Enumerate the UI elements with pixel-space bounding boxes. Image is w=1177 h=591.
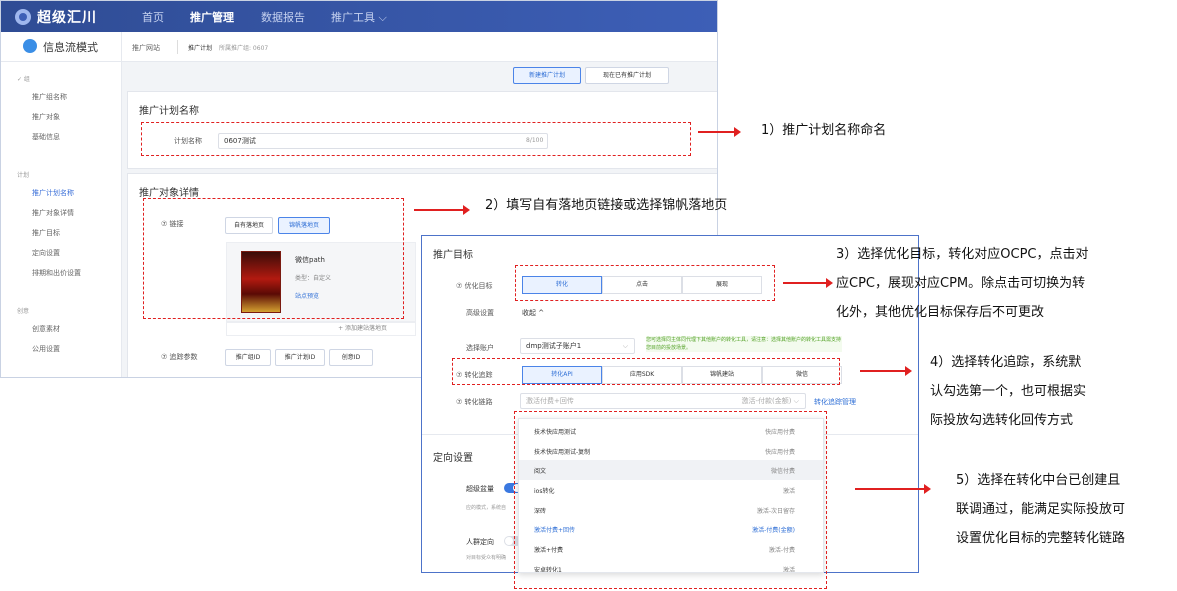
targeting-title: 定向设置 (433, 453, 473, 464)
screenshot-root: 超级汇川 首页 推广管理 数据报告 推广工具 ⌵ 信息流模式 ✓ 组 推广组名称… (0, 0, 1177, 591)
advanced-toggle[interactable]: 收起 ^ (522, 308, 544, 318)
account-label: 选择账户 (466, 344, 494, 352)
nav-home[interactable]: 首页 (142, 9, 164, 25)
chain-select-right: 激活-付款(金额) ⌵ (741, 397, 799, 405)
sidebar-item-creative-material[interactable]: 创意素材 (32, 324, 60, 334)
note-3b: 应CPC，展现对应CPM。除点击可切换为转 (836, 276, 1086, 291)
chevron-down-icon: ⌵ (622, 342, 628, 350)
tracking-param-label: ⑦ 追踪参数 (161, 353, 198, 361)
nav-data-report[interactable]: 数据报告 (261, 9, 305, 25)
highlight-landing (143, 198, 404, 319)
sidebar: 信息流模式 ✓ 组 推广组名称 推广对象 基础信息 计划 推广计划名称 推广对象… (1, 32, 122, 377)
note-4b: 认勾选第一个，也可根据实 (930, 384, 1087, 399)
sidebar-item-common-settings[interactable]: 公用设置 (32, 344, 60, 354)
new-plan-button[interactable]: 新建推广计划 (513, 67, 581, 84)
nav-promo-tools[interactable]: 推广工具 ⌵ (331, 9, 387, 25)
account-tip: 您可选择同主体同代理下其他账户的转化工具，请注意：选择其他账户的转化工具需支持您… (646, 336, 842, 352)
note-5c: 设置优化目标的完整转化链路 (956, 531, 1126, 546)
chain-select-value: 激活付费+回传 (526, 397, 574, 405)
chain-manage-link[interactable]: 转化追踪管理 (814, 397, 856, 407)
logo-icon (15, 9, 31, 25)
note-3a: 3）选择优化目标，转化对应OCPC，点击对 (836, 247, 1089, 262)
param-group-id[interactable]: 推广组ID (225, 349, 271, 366)
highlight-goal (515, 265, 775, 301)
mode-label: 信息流模式 (43, 41, 98, 54)
sidebar-group-adgroup: ✓ 组 (17, 76, 30, 83)
sidebar-item-targeting[interactable]: 定向设置 (32, 248, 60, 258)
sidebar-item-plan-name[interactable]: 推广计划名称 (32, 188, 74, 198)
breadcrumb-plan: 推广计划 (188, 45, 213, 52)
highlight-plan-name (141, 122, 691, 156)
advanced-label: 高级设置 (466, 309, 494, 317)
note-4c: 际投放勾选转化回传方式 (930, 413, 1074, 428)
existing-plan-button[interactable]: 现在已有推广计划 (585, 67, 669, 84)
note-3c: 化外，其他优化目标保存后不可更改 (836, 305, 1045, 320)
user-icon (23, 39, 37, 53)
add-landing-button[interactable]: + 添加建站落地页 (226, 322, 416, 336)
sidebar-item-object[interactable]: 推广对象 (32, 112, 60, 122)
arrow-4 (860, 366, 912, 376)
highlight-chain (514, 411, 827, 589)
note-5a: 5）选择在转化中台已创建且 (956, 473, 1121, 488)
breadcrumb-divider (177, 40, 178, 54)
sidebar-item-basic-info[interactable]: 基础信息 (32, 132, 60, 142)
arrow-2 (414, 205, 470, 215)
target-detail-title: 推广对象详情 (139, 188, 199, 199)
logo: 超级汇川 (15, 7, 97, 27)
chain-label: ⑦ 转化链路 (456, 398, 493, 406)
sidebar-item-object-detail[interactable]: 推广对象详情 (32, 208, 74, 218)
breadcrumb-site[interactable]: 推广网站 (132, 43, 160, 53)
super-label: 超级盆量 (466, 485, 494, 493)
top-navbar: 超级汇川 首页 推广管理 数据报告 推广工具 ⌵ (1, 1, 717, 32)
crowd-label: 人群定向 (466, 538, 494, 546)
breadcrumb: 推广网站 推广计划 所属推广组: 0607 (122, 32, 717, 62)
arrow-3 (783, 278, 833, 288)
logo-text: 超级汇川 (37, 10, 97, 26)
nav-promo-manage[interactable]: 推广管理 (190, 9, 234, 25)
account-select[interactable]: dmp测试子账户1 ⌵ (520, 338, 635, 354)
mode-switch[interactable]: 信息流模式 (1, 32, 122, 62)
goal-panel-title: 推广目标 (433, 250, 473, 261)
sidebar-item-schedule-bid[interactable]: 排期和出价设置 (32, 268, 81, 278)
highlight-tracking (452, 358, 840, 385)
note-4a: 4）选择转化追踪，系统默 (930, 355, 1082, 370)
param-plan-id[interactable]: 推广计划ID (275, 349, 325, 366)
goal-label: ⑦ 优化目标 (456, 282, 493, 290)
crowd-desc: 对目标受众有明确 (466, 555, 507, 561)
note-2: 2）填写自有落地页链接或选择锦帆落地页 (485, 198, 728, 213)
sidebar-group-plan: 计划 (17, 172, 30, 179)
arrow-1 (698, 127, 741, 137)
param-creative-id[interactable]: 创意ID (329, 349, 373, 366)
note-5b: 联调通过，能满足实际投放可 (956, 502, 1126, 517)
sidebar-group-creative: 创意 (17, 308, 30, 315)
sidebar-item-group-name[interactable]: 推广组名称 (32, 92, 67, 102)
arrow-5 (855, 484, 931, 494)
breadcrumb-group: 所属推广组: 0607 (219, 45, 269, 52)
plan-name-title: 推广计划名称 (139, 106, 199, 117)
super-desc: 应的模式，系统自 (466, 505, 507, 511)
chain-select[interactable]: 激活付费+回传 激活-付款(金额) ⌵ (520, 393, 806, 409)
account-select-value: dmp测试子账户1 (526, 342, 582, 350)
note-1: 1）推广计划名称命名 (761, 123, 887, 138)
sidebar-item-goal[interactable]: 推广目标 (32, 228, 60, 238)
